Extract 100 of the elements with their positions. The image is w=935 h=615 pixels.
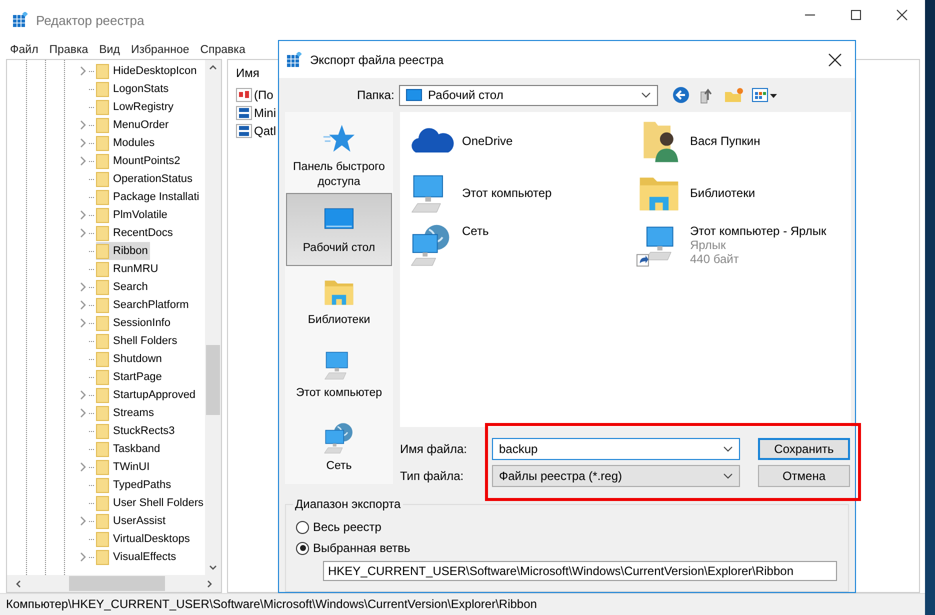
- folder-icon: [96, 100, 109, 114]
- expand-chevron-icon[interactable]: [79, 138, 87, 148]
- desktop-icon: [406, 89, 422, 101]
- expand-chevron-icon[interactable]: [79, 300, 87, 310]
- tree-item[interactable]: SearchPlatform: [96, 296, 191, 314]
- tree-item[interactable]: StartupApproved: [96, 386, 198, 404]
- tree-item[interactable]: Shell Folders: [96, 332, 180, 350]
- folder-icon: [96, 82, 109, 96]
- expand-chevron-icon[interactable]: [79, 156, 87, 166]
- menu-item[interactable]: Правка: [49, 44, 88, 56]
- expand-chevron-icon[interactable]: [79, 120, 87, 130]
- expand-chevron-icon[interactable]: [79, 282, 87, 292]
- folder-icon: [96, 298, 109, 312]
- radio-option[interactable]: Весь реестр: [296, 519, 848, 535]
- cancel-button[interactable]: Отмена: [758, 465, 850, 487]
- vertical-scrollbar[interactable]: [205, 60, 222, 575]
- value-name[interactable]: Qatl: [254, 124, 276, 138]
- tree-item[interactable]: TWinUI: [96, 458, 152, 476]
- save-button[interactable]: Сохранить: [758, 438, 850, 460]
- tree-item[interactable]: SessionInfo: [96, 314, 172, 332]
- expand-chevron-icon[interactable]: [79, 210, 87, 220]
- radio-button[interactable]: [296, 542, 309, 554]
- tree-item[interactable]: HideDesktopIcon: [96, 62, 199, 80]
- menu-item[interactable]: Справка: [200, 44, 246, 56]
- place-item[interactable]: Панель быстрого доступа: [286, 120, 392, 193]
- tree-item[interactable]: Streams: [96, 404, 156, 422]
- tree-item[interactable]: LogonStats: [96, 80, 171, 98]
- tree-item[interactable]: MenuOrder: [96, 116, 171, 134]
- scroll-left-icon[interactable]: [15, 580, 21, 588]
- tree-item[interactable]: StartPage: [96, 368, 164, 386]
- place-item[interactable]: Этот компьютер: [286, 338, 392, 412]
- window-title: Редактор реестра: [36, 12, 144, 28]
- tree-item[interactable]: PlmVolatile: [96, 206, 170, 224]
- folder-label: Папка:: [357, 88, 396, 102]
- scroll-right-icon[interactable]: [207, 580, 214, 588]
- scroll-thumb[interactable]: [206, 345, 220, 415]
- place-item[interactable]: Сеть: [286, 411, 392, 484]
- value-name[interactable]: (По: [254, 88, 274, 102]
- folder-icon: [96, 334, 109, 348]
- tree-item[interactable]: Shutdown: [96, 350, 164, 368]
- expand-chevron-icon[interactable]: [79, 462, 87, 472]
- horizontal-scrollbar[interactable]: [7, 575, 222, 592]
- folder-icon: [96, 352, 109, 366]
- file-name[interactable]: Вася Пупкин: [690, 134, 760, 148]
- file-name[interactable]: Библиотеки: [690, 186, 756, 200]
- radio-option[interactable]: Выбранная ветвь: [296, 540, 848, 556]
- tree-item[interactable]: Package Installati: [96, 188, 202, 206]
- group-title: Диапазон экспорта: [293, 497, 403, 511]
- file-name-field[interactable]: backup: [492, 438, 740, 460]
- string-value-icon: [236, 87, 252, 103]
- menu-item[interactable]: Файл: [10, 44, 38, 56]
- tree-item[interactable]: VisualEffects: [96, 548, 178, 566]
- tree-item[interactable]: Search: [96, 278, 150, 296]
- file-name[interactable]: Этот компьютер: [462, 186, 552, 200]
- tree-item[interactable]: Modules: [96, 134, 157, 152]
- folder-dropdown[interactable]: Рабочий стол: [399, 84, 658, 106]
- tree-item[interactable]: MountPoints2: [96, 152, 182, 170]
- folder-icon: [96, 424, 109, 438]
- expand-chevron-icon[interactable]: [79, 228, 87, 238]
- branch-path-field[interactable]: HKEY_CURRENT_USER\Software\Microsoft\Windows\CurrentVersion\Explorer\Ribbon: [323, 561, 837, 581]
- expand-chevron-icon[interactable]: [79, 552, 87, 562]
- tree-item[interactable]: OperationStatus: [96, 170, 194, 188]
- tree-item[interactable]: User Shell Folders: [96, 494, 206, 512]
- scroll-up-icon[interactable]: [209, 64, 218, 70]
- back-icon[interactable]: [672, 86, 690, 104]
- place-item[interactable]: Рабочий стол: [286, 192, 392, 266]
- scroll-thumb[interactable]: [69, 576, 165, 591]
- menu-item[interactable]: Вид: [99, 44, 120, 56]
- expand-chevron-icon[interactable]: [79, 408, 87, 418]
- file-type-dropdown[interactable]: Файлы реестра (*.reg): [492, 465, 740, 487]
- place-item[interactable]: Библиотеки: [286, 266, 392, 338]
- expand-chevron-icon[interactable]: [79, 516, 87, 526]
- folder-icon: [96, 514, 109, 528]
- column-header[interactable]: Имя: [236, 66, 260, 80]
- view-menu-icon[interactable]: [752, 86, 778, 104]
- tree-item[interactable]: Ribbon: [96, 242, 150, 260]
- radio-button[interactable]: [296, 520, 309, 534]
- file-type-label: Тип файла:: [400, 469, 465, 483]
- tree-item[interactable]: LowRegistry: [96, 98, 176, 116]
- status-bar: Компьютер\HKEY_CURRENT_USER\Software\Microsoft\Windows\CurrentVersion\Explorer\Ribbon: [0, 593, 925, 615]
- folder-icon: [96, 388, 109, 402]
- tree-item[interactable]: Taskband: [96, 440, 162, 458]
- tree-item[interactable]: UserAssist: [96, 512, 168, 530]
- close-icon[interactable]: [828, 52, 842, 66]
- expand-chevron-icon[interactable]: [79, 390, 87, 400]
- file-name[interactable]: OneDrive: [462, 134, 513, 148]
- folder-icon: [96, 316, 109, 330]
- tree-item[interactable]: RunMRU: [96, 260, 160, 278]
- tree-item[interactable]: VirtualDesktops: [96, 530, 192, 548]
- tree-item[interactable]: RecentDocs: [96, 224, 175, 242]
- tree-item[interactable]: StuckRects3: [96, 422, 177, 440]
- scroll-down-icon[interactable]: [209, 565, 218, 571]
- new-folder-icon[interactable]: [724, 86, 744, 104]
- menu-item[interactable]: Избранное: [130, 44, 190, 56]
- value-name[interactable]: Mini: [254, 106, 276, 120]
- file-name[interactable]: Сеть: [462, 224, 489, 238]
- tree-item[interactable]: TypedPaths: [96, 476, 174, 494]
- expand-chevron-icon[interactable]: [79, 66, 87, 76]
- file-name[interactable]: Этот компьютер - Ярлык: [690, 224, 826, 238]
- expand-chevron-icon[interactable]: [79, 318, 87, 328]
